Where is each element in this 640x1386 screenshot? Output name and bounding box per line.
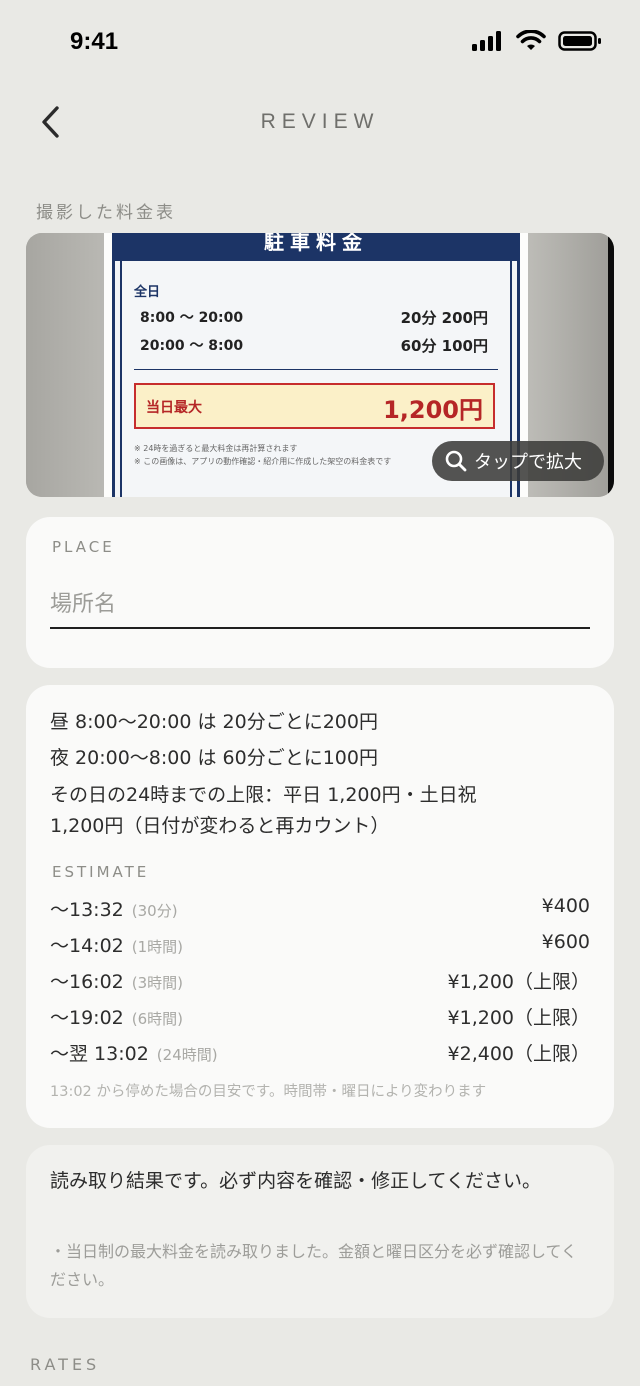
- place-label: PLACE: [52, 538, 115, 556]
- estimate-time: 〜翌 13:02 (24時間): [50, 1039, 218, 1066]
- estimate-time: 〜16:02 (3時間): [50, 967, 183, 994]
- estimate-time-text: 〜13:32: [50, 899, 124, 921]
- estimate-time-text: 〜翌 13:02: [50, 1043, 149, 1065]
- estimate-duration: (3時間): [131, 974, 184, 992]
- sign-max-value: 1,200円: [383, 396, 483, 424]
- estimate-label: ESTIMATE: [52, 863, 150, 881]
- estimate-duration: (30分): [131, 902, 178, 920]
- photo-section-label: 撮影した料金表: [36, 203, 176, 223]
- place-card: PLACE: [26, 517, 614, 668]
- sign-max-box: 当日最大 1,200円: [134, 383, 495, 429]
- estimate-time: 〜19:02 (6時間): [50, 1003, 183, 1030]
- sign-divider: [134, 369, 498, 370]
- estimate-duration: (1時間): [131, 938, 184, 956]
- sign-note: ※ 24時を過ぎると最大料金は再計算されます: [134, 444, 298, 453]
- rule-line: 1,200円（日付が変わると再カウント）: [50, 815, 390, 837]
- estimate-time-text: 〜16:02: [50, 971, 124, 993]
- sign-max-label: 当日最大: [146, 400, 202, 416]
- sign-allday: 全日: [134, 285, 161, 300]
- rates-section-label: RATES: [30, 1355, 101, 1374]
- status-icons: [472, 30, 602, 52]
- rules-card: 昼 8:00〜20:00 は 20分ごとに200円 夜 20:00〜8:00 は…: [26, 685, 614, 1128]
- estimate-time: 〜14:02 (1時間): [50, 931, 183, 958]
- nav-bar: REVIEW: [0, 96, 640, 152]
- cellular-signal-icon: [472, 31, 501, 51]
- estimate-row: 〜19:02 (6時間) ¥1,200（上限）: [50, 1003, 590, 1033]
- search-icon: [445, 450, 467, 472]
- estimate-price: ¥2,400（上限）: [447, 1043, 590, 1065]
- estimate-row: 〜13:32 (30分) ¥400: [50, 895, 590, 925]
- estimate-time: 〜13:32 (30分): [50, 895, 178, 922]
- sign-note: ※ この画像は、アプリの動作確認・紹介用に作成した架空の料金表です: [134, 457, 392, 466]
- status-time: 9:41: [70, 28, 119, 55]
- estimate-price: ¥600: [541, 931, 590, 953]
- estimate-note: 13:02 から停めた場合の目安です。時間帯・曜日により変わります: [50, 1084, 487, 1100]
- estimate-price: ¥1,200（上限）: [447, 971, 590, 993]
- sign-row-price: 60分 100円: [400, 337, 488, 355]
- rule-line: 昼 8:00〜20:00 は 20分ごとに200円: [50, 711, 378, 733]
- wifi-icon: [516, 30, 546, 50]
- rule-line: その日の24時までの上限：平日 1,200円・土日祝: [50, 784, 477, 806]
- sign-header: 駐車料金: [115, 233, 517, 261]
- status-bar: 9:41: [0, 0, 640, 84]
- estimate-row: 〜翌 13:02 (24時間) ¥2,400（上限）: [50, 1039, 590, 1069]
- notice-main: 読み取り結果です。必ず内容を確認・修正してください。: [50, 1170, 541, 1192]
- estimate-row: 〜14:02 (1時間) ¥600: [50, 931, 590, 961]
- photo-edge-shadow: [608, 233, 614, 497]
- estimate-price: ¥1,200（上限）: [447, 1007, 590, 1029]
- estimate-row: 〜16:02 (3時間) ¥1,200（上限）: [50, 967, 590, 997]
- zoom-button[interactable]: タップで拡大: [432, 441, 604, 481]
- rule-line: 夜 20:00〜8:00 は 60分ごとに100円: [50, 747, 378, 769]
- photo-edge-left: [26, 233, 104, 497]
- page-title: REVIEW: [260, 110, 380, 133]
- zoom-button-label: タップで拡大: [474, 452, 582, 473]
- notice-sub: ・当日制の最大料金を読み取りました。金額と曜日区分を必ず確認してください。: [50, 1242, 578, 1289]
- estimate-duration: (24時間): [156, 1046, 218, 1064]
- sign-row-time: 8:00 〜 20:00: [140, 310, 244, 326]
- estimate-price: ¥400: [541, 895, 590, 917]
- sign-row-price: 20分 200円: [400, 309, 488, 327]
- sign-row-time: 20:00 〜 8:00: [140, 338, 244, 354]
- estimate-time-text: 〜14:02: [50, 935, 124, 957]
- estimate-time-text: 〜19:02: [50, 1007, 124, 1029]
- ocr-notice-card: 読み取り結果です。必ず内容を確認・修正してください。 ・当日制の最大料金を読み取…: [26, 1145, 614, 1318]
- place-name-input[interactable]: [50, 581, 590, 629]
- battery-icon: [558, 31, 601, 51]
- estimate-duration: (6時間): [131, 1010, 184, 1028]
